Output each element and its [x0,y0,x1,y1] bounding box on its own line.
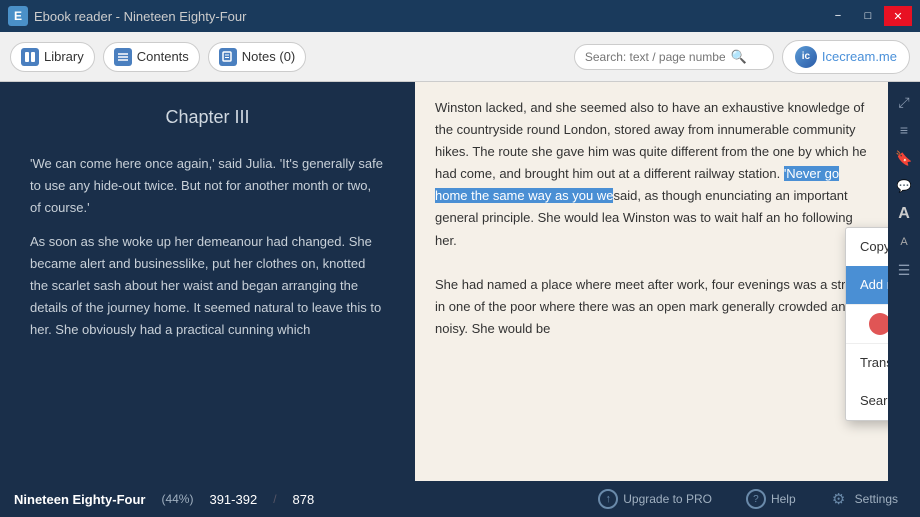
expand-icon[interactable]: ⤢ [892,90,916,114]
search-icon: 🔍 [731,49,747,65]
bookmark-icon[interactable]: 🔖 [892,146,916,170]
copy-label: Copy [860,236,888,258]
window-controls: − □ ✕ [824,6,912,26]
color-red[interactable] [869,313,888,335]
brand-label: Icecream.me [822,49,897,64]
book-percent: (44%) [161,492,193,506]
brand-button[interactable]: ic Icecream.me [782,40,910,74]
search-menu-item[interactable]: Search ▶ [846,382,888,420]
left-page: Chapter III 'We can come here once again… [0,82,415,481]
right-text-3: She had named a place where meet after w… [435,277,864,336]
color-picker-row [846,304,888,344]
library-button[interactable]: Library [10,42,95,72]
upgrade-icon: ↑ [598,489,618,509]
chapter-heading: Chapter III [30,102,385,133]
left-paragraph-1: 'We can come here once again,' said Juli… [30,153,385,219]
notes-button[interactable]: Notes (0) [208,42,306,72]
notes-label: Notes (0) [242,49,295,64]
font-large-icon[interactable]: A [892,202,916,226]
contents-label: Contents [137,49,189,64]
help-label: Help [771,492,796,506]
close-button[interactable]: ✕ [884,6,912,26]
add-note-menu-item[interactable]: Add note Ctrl+N [846,266,888,304]
minimize-button[interactable]: − [824,6,852,26]
status-bar: Nineteen Eighty-Four (44%) 391-392 / 878… [0,481,920,517]
right-page[interactable]: Winston lacked, and she seemed also to h… [415,82,888,481]
translate-menu-item[interactable]: Translate Ctrl+T [846,344,888,382]
title-bar: E Ebook reader - Nineteen Eighty-Four − … [0,0,920,32]
notes-icon [219,48,237,66]
help-icon: ? [746,489,766,509]
library-label: Library [44,49,84,64]
book-title: Nineteen Eighty-Four [14,492,145,507]
hamburger-icon[interactable]: ☰ [892,258,916,282]
brand-icon: ic [795,46,817,68]
search-bar[interactable]: 🔍 [574,44,774,70]
toolbar: Library Contents Notes (0) 🔍 ic Icecream… [0,32,920,82]
translate-label: Translate [860,352,888,374]
page-separator: / [273,492,276,506]
main-content: Chapter III 'We can come here once again… [0,82,920,481]
contents-button[interactable]: Contents [103,42,200,72]
context-menu: Copy Ctrl+C Add note Ctrl+N Translate Ct… [845,227,888,421]
font-small-icon[interactable]: A [892,230,916,254]
right-sidebar: ⤢ ≡ 🔖 💬 A A ☰ [888,82,920,481]
settings-icon: ⚙ [828,488,850,510]
settings-button[interactable]: ⚙ Settings [820,485,906,513]
current-pages: 391-392 [209,492,257,507]
left-paragraph-2: As soon as she woke up her demeanour had… [30,231,385,341]
upgrade-label: Upgrade to PRO [623,492,712,506]
add-note-label: Add note [860,274,888,296]
total-pages: 878 [293,492,315,507]
maximize-button[interactable]: □ [854,6,882,26]
copy-menu-item[interactable]: Copy Ctrl+C [846,228,888,266]
library-icon [21,48,39,66]
app-icon: E [8,6,28,26]
contents-icon [114,48,132,66]
window-title: Ebook reader - Nineteen Eighty-Four [34,9,246,24]
search-input[interactable] [585,50,725,64]
help-button[interactable]: ? Help [738,486,804,512]
search-label: Search [860,390,888,412]
list-icon[interactable]: ≡ [892,118,916,142]
settings-label: Settings [855,492,898,506]
comment-icon[interactable]: 💬 [892,174,916,198]
upgrade-button[interactable]: ↑ Upgrade to PRO [588,486,722,512]
